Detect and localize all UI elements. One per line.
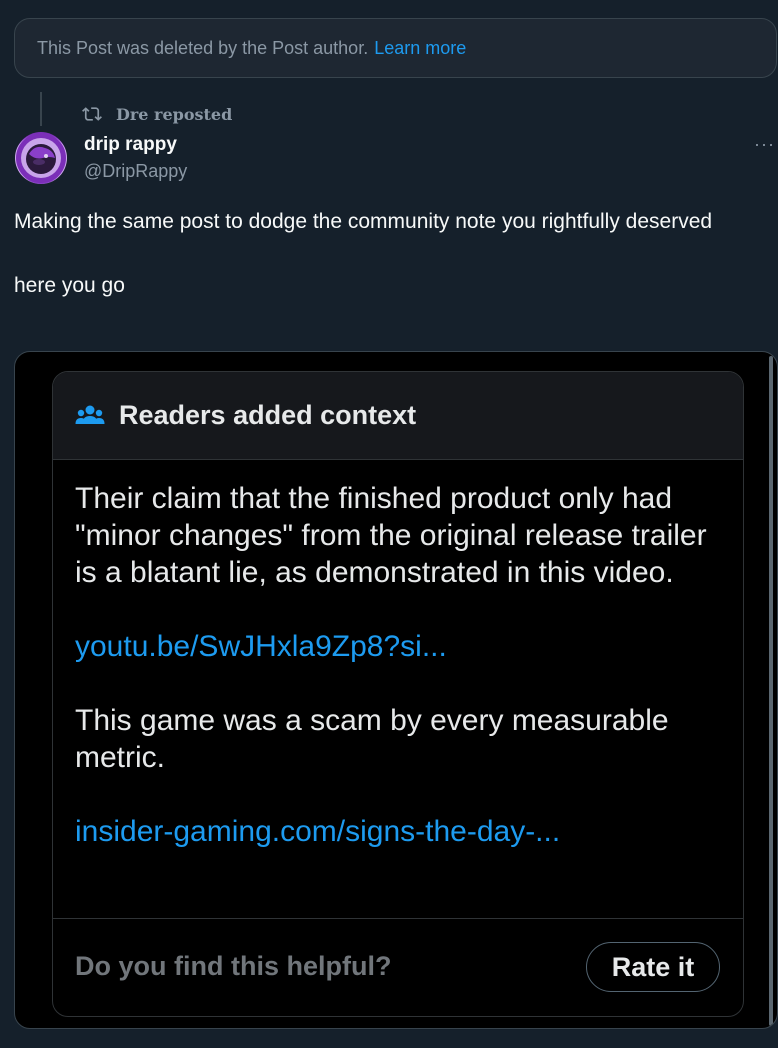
community-note-title: Readers added context [119,400,417,430]
note-paragraph: This game was a scam by every measurable… [75,704,669,774]
repost-icon [82,107,102,121]
post-text-line: here you go [14,274,125,297]
repost-label: Dre reposted [116,104,233,124]
author-avatar[interactable] [15,132,67,184]
author-handle[interactable]: @DripRappy [84,161,187,182]
thread-connector-line [40,92,42,126]
scrollbar[interactable] [769,356,773,1026]
community-note-body: Their claim that the finished product on… [53,460,743,850]
note-source-link[interactable]: youtu.be/SwJHxla9Zp8?si... [75,630,447,663]
community-note-header: Readers added context [53,372,743,460]
post-text: Making the same post to dodge the commun… [14,206,754,302]
note-paragraph: Their claim that the finished product on… [75,482,707,589]
author-display-name[interactable]: drip rappy [84,134,177,156]
helpful-question: Do you find this helpful? [75,951,392,981]
post-text-line: Making the same post to dodge the commun… [14,210,713,233]
community-note-footer: Do you find this helpful? Rate it [53,918,743,1016]
deleted-post-message: This Post was deleted by the Post author… [37,37,369,58]
avatar-image [16,133,66,183]
rate-it-button[interactable]: Rate it [586,942,720,992]
post-media-image[interactable]: Readers added context Their claim that t… [14,351,778,1029]
note-source-link[interactable]: insider-gaming.com/signs-the-day-... [75,815,560,848]
more-options-button[interactable]: ··· [754,134,778,158]
deleted-post-banner: This Post was deleted by the Post author… [14,18,777,78]
repost-indicator[interactable]: Dre reposted [82,104,232,124]
learn-more-link[interactable]: Learn more [374,38,466,59]
community-note-card: Readers added context Their claim that t… [52,371,744,1017]
people-icon [75,405,105,424]
